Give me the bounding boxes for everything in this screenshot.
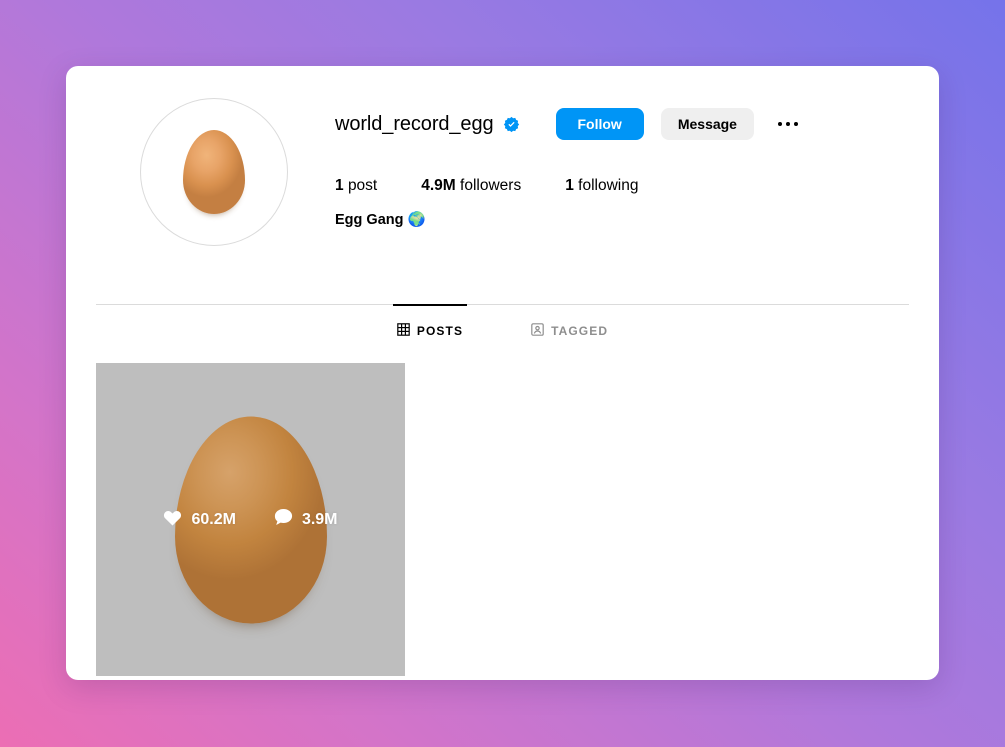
egg-avatar-image xyxy=(183,130,245,214)
post-grid: 60.2M 3.9M xyxy=(66,339,939,676)
profile-bio: Egg Gang 🌍 xyxy=(335,211,909,228)
globe-icon: 🌍 xyxy=(407,212,426,228)
stat-value: 1 xyxy=(335,177,344,194)
more-options-icon[interactable] xyxy=(774,116,802,132)
tagged-person-icon xyxy=(531,323,544,339)
page-title: world_record_egg xyxy=(335,113,494,135)
follow-button[interactable]: Follow xyxy=(555,108,644,140)
profile-stats: 1 post 4.9M followers 1 following xyxy=(335,177,909,195)
username-row: world_record_egg Follow Message xyxy=(335,104,909,144)
comments-count: 3.9M xyxy=(301,510,338,528)
profile-card: world_record_egg Follow Message 1 post 4… xyxy=(66,66,939,680)
dot xyxy=(777,122,782,126)
message-button[interactable]: Message xyxy=(660,108,754,140)
stat-label: post xyxy=(347,177,378,194)
stat-value: 4.9M xyxy=(421,177,456,194)
tab-tagged[interactable]: TAGGED xyxy=(527,304,612,339)
tab-posts[interactable]: POSTS xyxy=(392,304,468,339)
bio-text: Egg Gang xyxy=(335,212,404,228)
stat-posts[interactable]: 1 post xyxy=(335,177,377,195)
grid-icon xyxy=(397,323,410,339)
stat-following[interactable]: 1 following xyxy=(565,177,638,195)
verified-badge-icon xyxy=(503,116,520,133)
post-comments: 3.9M xyxy=(274,508,338,531)
stat-label: following xyxy=(578,177,639,194)
stat-followers[interactable]: 4.9M followers xyxy=(421,177,521,195)
tab-label: POSTS xyxy=(416,324,464,338)
stat-label: followers xyxy=(460,177,522,194)
profile-avatar[interactable] xyxy=(140,98,288,246)
post-tile[interactable]: 60.2M 3.9M xyxy=(96,363,405,676)
comment-bubble-icon xyxy=(274,508,293,531)
profile-header-main: world_record_egg Follow Message 1 post 4… xyxy=(335,98,909,246)
likes-count: 60.2M xyxy=(191,510,236,528)
profile-header: world_record_egg Follow Message 1 post 4… xyxy=(66,66,939,246)
post-stats-overlay: 60.2M 3.9M xyxy=(96,363,405,676)
heart-icon xyxy=(163,509,182,531)
dot xyxy=(793,122,798,126)
post-likes: 60.2M xyxy=(163,509,236,531)
stat-value: 1 xyxy=(565,177,574,194)
dot xyxy=(785,122,790,126)
tab-label: TAGGED xyxy=(551,324,609,338)
profile-tabs: POSTS TAGGED xyxy=(96,304,909,339)
